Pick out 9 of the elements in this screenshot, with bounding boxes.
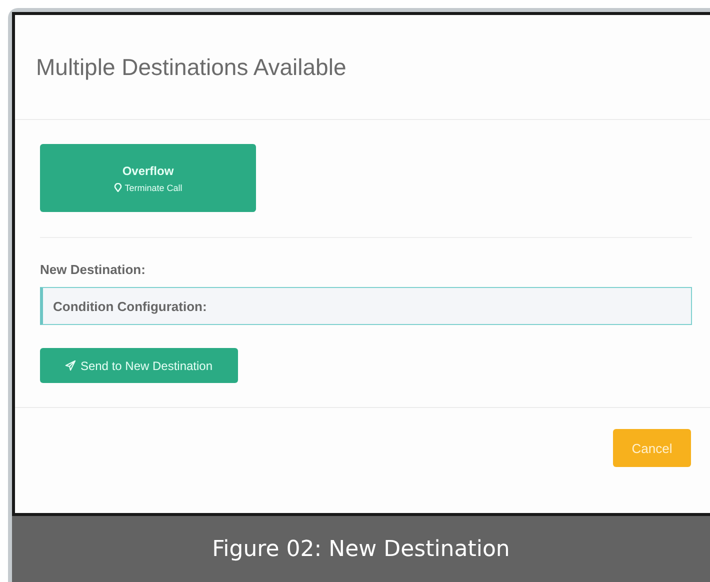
figure-caption: Figure 02: New Destination xyxy=(212,536,510,562)
paper-plane-icon xyxy=(65,360,76,371)
destination-input-field[interactable]: Condition Configuration: xyxy=(40,287,692,325)
send-button[interactable]: Send to New Destination xyxy=(40,348,238,383)
map-pin-icon xyxy=(114,183,122,192)
destination-button[interactable]: Overflow Terminate Call xyxy=(40,144,256,212)
field-label: New Destination: xyxy=(40,262,146,277)
cancel-button[interactable]: Cancel xyxy=(613,429,691,467)
dialog-title: Multiple Destinations Available xyxy=(36,54,346,80)
